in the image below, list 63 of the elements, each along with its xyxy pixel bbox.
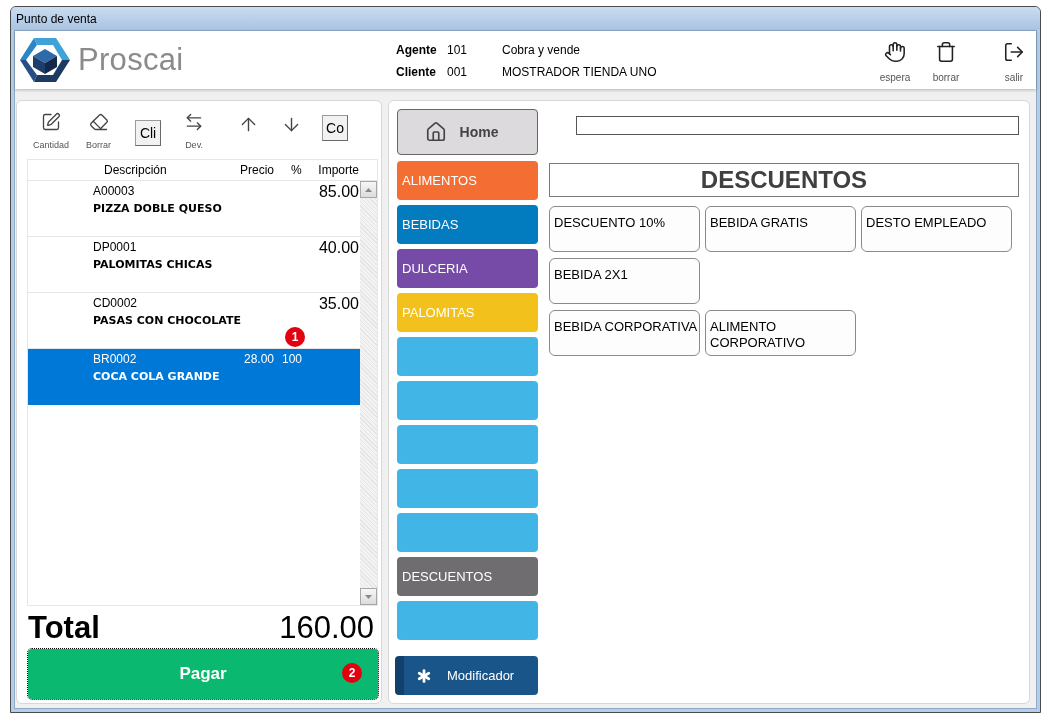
category-button[interactable]: BEBIDAS: [397, 205, 538, 244]
eraser-icon: [88, 112, 109, 132]
window-title: Punto de venta: [16, 11, 97, 26]
table-row[interactable]: BR0002 28.00 100 COCA COLA GRANDE: [28, 349, 360, 405]
client-button[interactable]: Cli: [135, 120, 162, 146]
total-label: Total: [28, 610, 100, 646]
total-amount: 160.00: [279, 610, 374, 646]
discount-button[interactable]: BEBIDA CORPORATIVA: [549, 310, 700, 356]
discount-button[interactable]: ALIMENTO CORPORATIVO: [705, 310, 856, 356]
column-header: Precio: [239, 163, 274, 177]
scroll-down-button[interactable]: [360, 588, 377, 605]
triangle-up-icon: [365, 187, 372, 192]
discount-button[interactable]: DESTO EMPLEADO: [861, 206, 1012, 252]
item-amount: 35.00: [318, 295, 359, 313]
column-header: %: [290, 163, 303, 177]
delete-button[interactable]: borrar: [926, 41, 966, 83]
item-name: PALOMITAS CHICAS: [93, 258, 213, 271]
return-button[interactable]: Dev.: [183, 110, 206, 150]
item-price: 28.00: [243, 352, 274, 366]
discount-button[interactable]: BEBIDA GRATIS: [705, 206, 856, 252]
item-name: PASAS CON CHOCOLATE: [93, 314, 241, 327]
item-name: PIZZA DOBLE QUESO: [93, 202, 222, 215]
input-field[interactable]: [576, 116, 1019, 135]
hold-button[interactable]: espera: [875, 41, 915, 83]
item-amount: 85.00: [318, 183, 359, 201]
discount-button[interactable]: DESCUENTO 10%: [549, 206, 700, 252]
agent-code: 101: [447, 43, 469, 57]
item-amount: 40.00: [318, 239, 359, 257]
category-button[interactable]: DULCERIA: [397, 249, 538, 288]
exit-icon: [1003, 41, 1025, 63]
pay-button[interactable]: Pagar 2: [28, 649, 378, 699]
agent-name: Cobra y vende: [502, 43, 582, 57]
scroll-up-button[interactable]: [360, 181, 377, 198]
co-button[interactable]: Co: [322, 115, 349, 141]
modifier-button[interactable]: Modificador: [395, 656, 538, 695]
item-code: A00003: [93, 184, 136, 198]
item-name: COCA COLA GRANDE: [93, 370, 220, 383]
edit-icon: [41, 112, 61, 132]
trash-icon: [935, 41, 957, 63]
house-icon: [424, 121, 447, 143]
scrollbar[interactable]: [360, 181, 377, 605]
logo-icon: [20, 38, 70, 82]
agent-label: Agente: [396, 43, 438, 57]
column-header: Importe: [317, 163, 359, 177]
quantity-button[interactable]: Cantidad: [33, 110, 70, 150]
item-code: DP0001: [93, 240, 138, 254]
client-name: MOSTRADOR TIENDA UNO: [502, 65, 657, 79]
home-button[interactable]: Home: [397, 109, 538, 155]
column-header: Descripción: [103, 163, 168, 177]
item-discount: 100: [281, 352, 303, 366]
hand-icon: [884, 41, 906, 63]
discount-button[interactable]: BEBIDA 2X1: [549, 258, 700, 304]
triangle-down-icon: [365, 594, 372, 599]
category-button[interactable]: DESCUENTOS: [397, 557, 538, 596]
brand-name: Proscai: [78, 42, 184, 78]
item-code: CD0002: [93, 296, 139, 310]
item-code: BR0002: [93, 352, 138, 366]
callout-badge: 2: [342, 663, 362, 683]
erase-button[interactable]: Borrar: [86, 110, 112, 150]
section-title: DESCUENTOS: [549, 163, 1019, 197]
client-label: Cliente: [396, 65, 437, 79]
exit-button[interactable]: salir: [994, 41, 1034, 83]
client-code: 001: [447, 65, 469, 79]
